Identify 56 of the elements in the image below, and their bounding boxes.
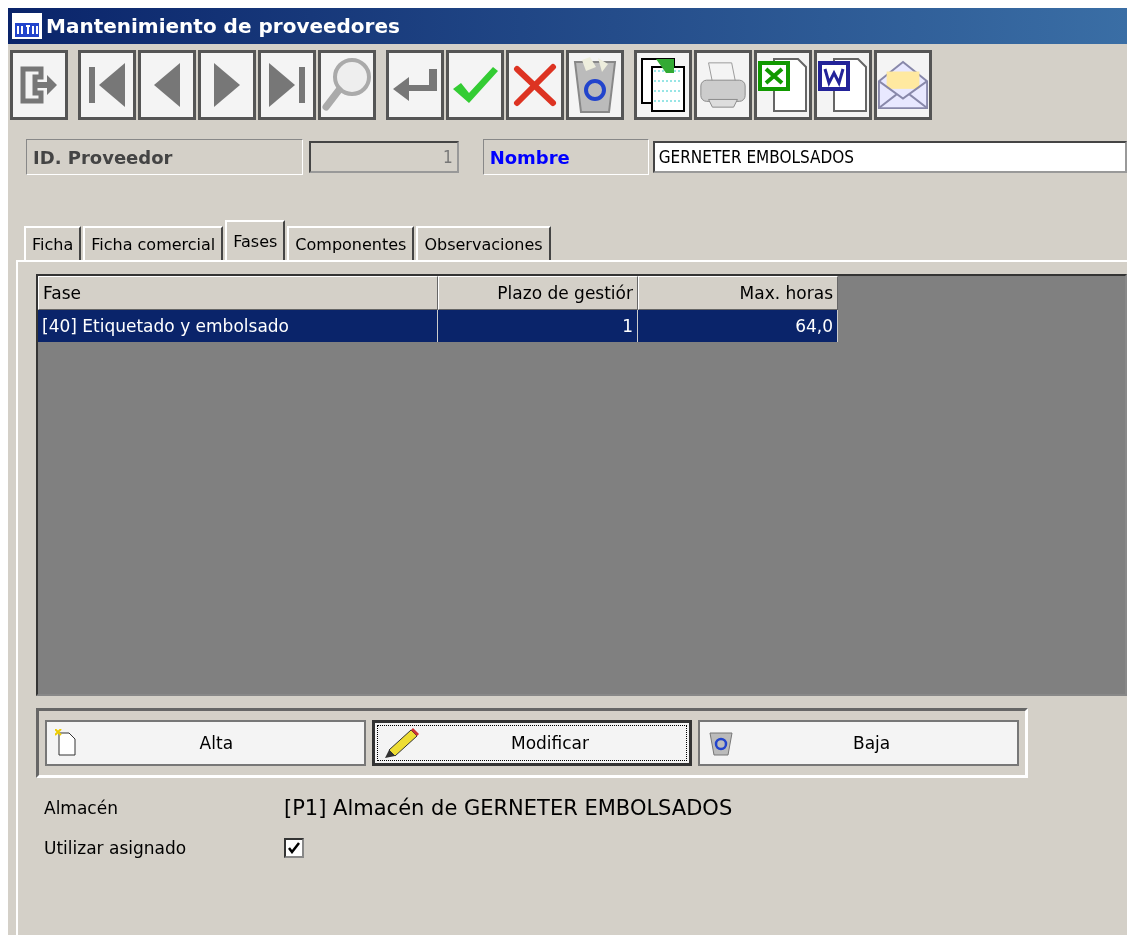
next-icon xyxy=(212,61,242,109)
spreadsheet-document-icon xyxy=(758,57,808,113)
app-logo-icon xyxy=(12,13,42,39)
window-title: Mantenimiento de proveedores xyxy=(46,14,400,38)
field-label: ID. Proveedor xyxy=(26,139,303,175)
copy-document-icon xyxy=(640,57,686,113)
tab[interactable]: Observaciones xyxy=(416,226,551,260)
toolbar-button[interactable] xyxy=(138,50,196,120)
recycle-bin-icon xyxy=(708,729,735,757)
action-button[interactable]: Baja xyxy=(698,720,1019,766)
recycle-bin-icon xyxy=(572,56,618,114)
column-header[interactable]: Fase xyxy=(38,276,438,310)
toolbar-button[interactable] xyxy=(446,50,504,120)
toolbar-button[interactable] xyxy=(198,50,256,120)
tab[interactable]: Componentes xyxy=(287,226,415,260)
table-cell[interactable]: [40] Etiquetado y embolsado xyxy=(38,310,438,342)
toolbar-button[interactable] xyxy=(258,50,316,120)
tab[interactable]: Ficha xyxy=(24,226,82,260)
envelope-icon xyxy=(877,59,929,111)
name-field[interactable]: GERNETER EMBOLSADOS xyxy=(652,141,1127,173)
field-label: Almacén xyxy=(44,798,119,818)
column-header[interactable]: Max. horas xyxy=(638,276,838,310)
toolbar-button[interactable] xyxy=(874,50,932,120)
toolbar-button[interactable] xyxy=(566,50,624,120)
toolbar-button[interactable] xyxy=(634,50,692,120)
warehouse-value: [P1] Almacén de GERNETER EMBOLSADOS xyxy=(284,796,733,820)
toolbar-button[interactable] xyxy=(506,50,564,120)
checkbox[interactable] xyxy=(284,838,304,858)
checkbox-label: Utilizar asignado xyxy=(44,838,188,858)
toolbar-button[interactable] xyxy=(10,50,68,120)
cross-icon xyxy=(513,63,557,107)
previous-icon xyxy=(152,61,182,109)
table-cell[interactable]: 1 xyxy=(438,310,638,342)
toolbar-button[interactable] xyxy=(754,50,812,120)
toolbar-button[interactable] xyxy=(386,50,444,120)
toolbar-button[interactable] xyxy=(78,50,136,120)
table-cell[interactable]: 64,0 xyxy=(638,310,838,342)
checkmark-icon xyxy=(288,842,300,854)
return-arrow-icon xyxy=(391,67,439,103)
column-header[interactable]: Plazo de gestiór xyxy=(438,276,638,310)
text-document-icon xyxy=(818,57,868,113)
tab[interactable]: Fases xyxy=(225,220,286,260)
first-icon xyxy=(87,61,127,109)
search-icon xyxy=(322,57,372,113)
toolbar-button[interactable] xyxy=(814,50,872,120)
toolbar-button[interactable] xyxy=(694,50,752,120)
tab[interactable]: Ficha comercial xyxy=(83,226,224,260)
pencil-icon xyxy=(382,728,419,758)
last-icon xyxy=(267,61,307,109)
field-label: Nombre xyxy=(482,139,649,175)
action-button[interactable]: Alta xyxy=(45,720,366,766)
toolbar-button[interactable] xyxy=(318,50,376,120)
checkmark-icon xyxy=(451,65,499,105)
action-button[interactable]: Modificar xyxy=(371,720,693,766)
printer-icon xyxy=(697,60,749,110)
new-document-icon xyxy=(55,729,77,757)
